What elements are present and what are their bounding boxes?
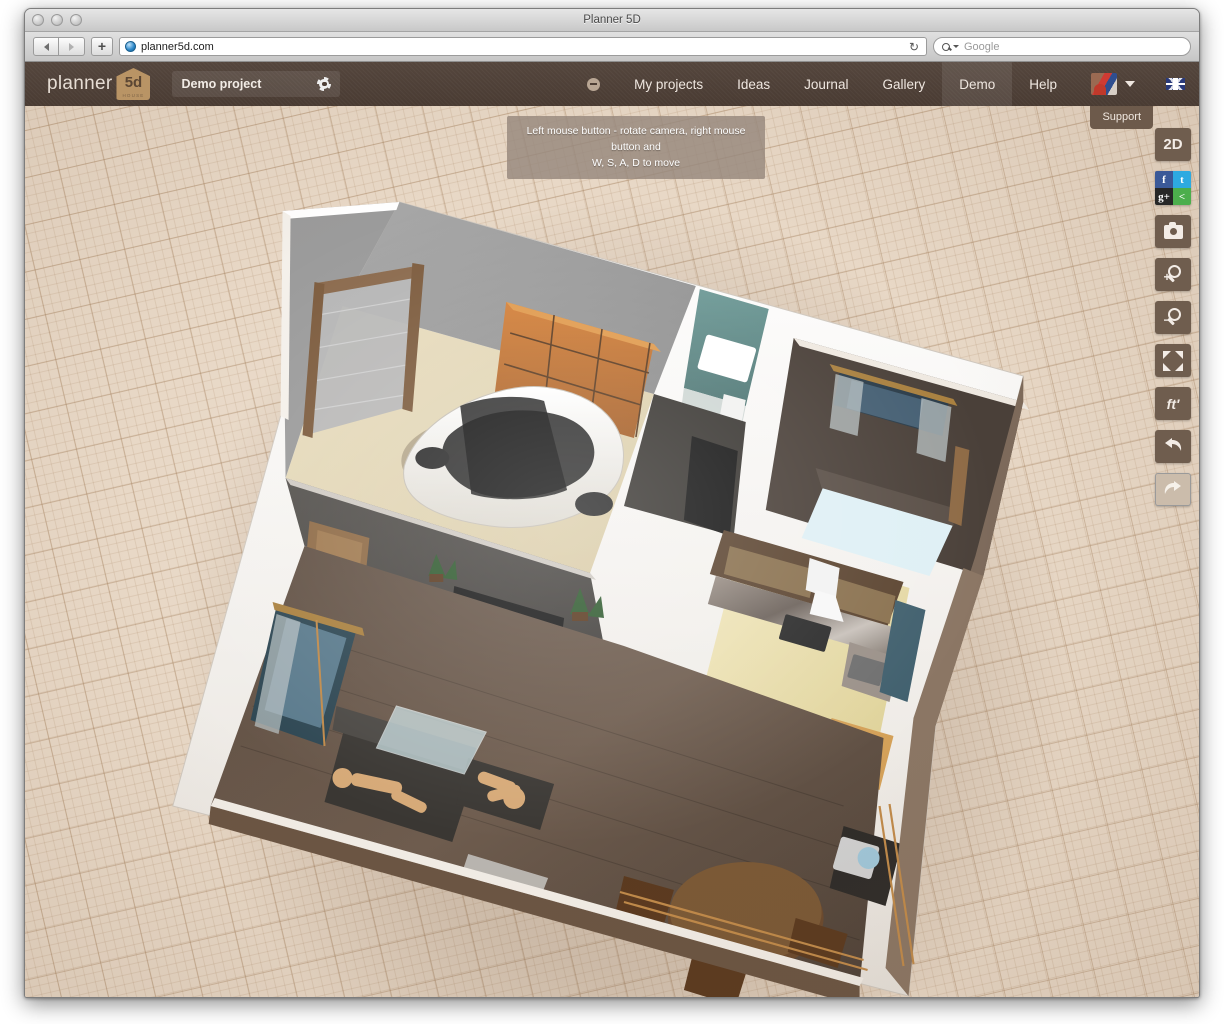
app-header: planner 5d HOUSE Demo project My project… [25, 62, 1199, 106]
zoom-in-button[interactable]: + [1155, 258, 1191, 291]
main-navigation: My projects Ideas Journal Gallery Demo H… [570, 62, 1199, 106]
support-tab[interactable]: Support [1090, 106, 1153, 129]
nav-journal[interactable]: Journal [787, 62, 865, 106]
nav-my-projects[interactable]: My projects [617, 62, 720, 106]
address-bar[interactable]: planner5d.com ↻ [119, 37, 927, 56]
undo-button[interactable] [1155, 430, 1191, 463]
logo-badge-number: 5d [116, 75, 150, 90]
close-button[interactable] [32, 14, 44, 26]
redo-button[interactable] [1155, 473, 1191, 506]
search-input[interactable]: Google [933, 37, 1191, 56]
logo-badge-sub: HOUSE [116, 93, 150, 98]
back-button[interactable] [33, 37, 59, 56]
social-share-group[interactable]: f t g+ < [1155, 171, 1191, 205]
search-placeholder: Google [964, 41, 999, 53]
nav-demo[interactable]: Demo [942, 62, 1012, 106]
right-toolbar: 2D f t g+ < + − [1155, 128, 1191, 506]
googleplus-icon[interactable]: g+ [1155, 188, 1173, 205]
hint-line-1: Left mouse button - rotate camera, right… [517, 123, 755, 155]
twitter-icon[interactable]: t [1173, 171, 1191, 188]
forward-arrow-icon [69, 43, 74, 51]
fullscreen-button[interactable] [1155, 344, 1191, 377]
project-name-field[interactable]: Demo project [172, 71, 340, 97]
new-tab-button[interactable]: + [91, 37, 113, 56]
view-toggle-2d-button[interactable]: 2D [1155, 128, 1191, 161]
house-3d-render [25, 106, 1199, 998]
nav-buttons[interactable] [33, 37, 85, 56]
undo-arrow-icon [1163, 438, 1183, 456]
chevron-down-icon [1125, 81, 1135, 87]
nav-status-icon-item[interactable] [570, 62, 617, 106]
nav-gallery[interactable]: Gallery [865, 62, 942, 106]
window-titlebar: Planner 5D [25, 9, 1199, 32]
share-icon[interactable]: < [1173, 188, 1191, 205]
zoom-out-icon: − [1164, 308, 1183, 327]
web-page: planner 5d HOUSE Demo project My project… [25, 62, 1199, 998]
zoom-in-icon: + [1164, 265, 1183, 284]
camera-hint-tooltip: Left mouse button - rotate camera, right… [507, 116, 765, 179]
circle-minus-icon [587, 78, 600, 91]
minimize-button[interactable] [51, 14, 63, 26]
forward-button[interactable] [59, 37, 85, 56]
logo-word: planner [47, 73, 112, 95]
zoom-button[interactable] [70, 14, 82, 26]
search-dropdown-icon[interactable] [953, 45, 959, 48]
avatar [1091, 73, 1117, 95]
units-button[interactable]: ft′ [1155, 387, 1191, 420]
uk-flag-icon [1166, 78, 1185, 90]
project-name-text: Demo project [181, 77, 317, 91]
window-controls[interactable] [32, 14, 82, 26]
camera-icon [1164, 225, 1183, 239]
browser-toolbar: + planner5d.com ↻ Google [25, 32, 1199, 62]
floor-plan-canvas[interactable] [25, 106, 1199, 998]
language-selector[interactable] [1152, 62, 1199, 106]
facebook-icon[interactable]: f [1155, 171, 1173, 188]
zoom-out-button[interactable]: − [1155, 301, 1191, 334]
globe-icon [125, 41, 136, 52]
screenshot-button[interactable] [1155, 215, 1191, 248]
url-text: planner5d.com [141, 41, 214, 53]
window-title: Planner 5D [25, 9, 1199, 31]
search-icon [942, 43, 950, 51]
reload-icon[interactable]: ↻ [907, 40, 921, 54]
logo-house-badge: 5d HOUSE [116, 68, 150, 100]
expand-arrows-icon [1163, 351, 1183, 371]
gear-icon[interactable] [317, 77, 331, 91]
account-menu[interactable] [1074, 62, 1152, 106]
redo-arrow-icon [1163, 481, 1183, 499]
nav-help[interactable]: Help [1012, 62, 1074, 106]
planner5d-logo[interactable]: planner 5d HOUSE [47, 68, 150, 100]
browser-window: Planner 5D + planner5d.com ↻ Google [24, 8, 1200, 998]
back-arrow-icon [44, 43, 49, 51]
hint-line-2: W, S, A, D to move [517, 155, 755, 171]
nav-ideas[interactable]: Ideas [720, 62, 787, 106]
